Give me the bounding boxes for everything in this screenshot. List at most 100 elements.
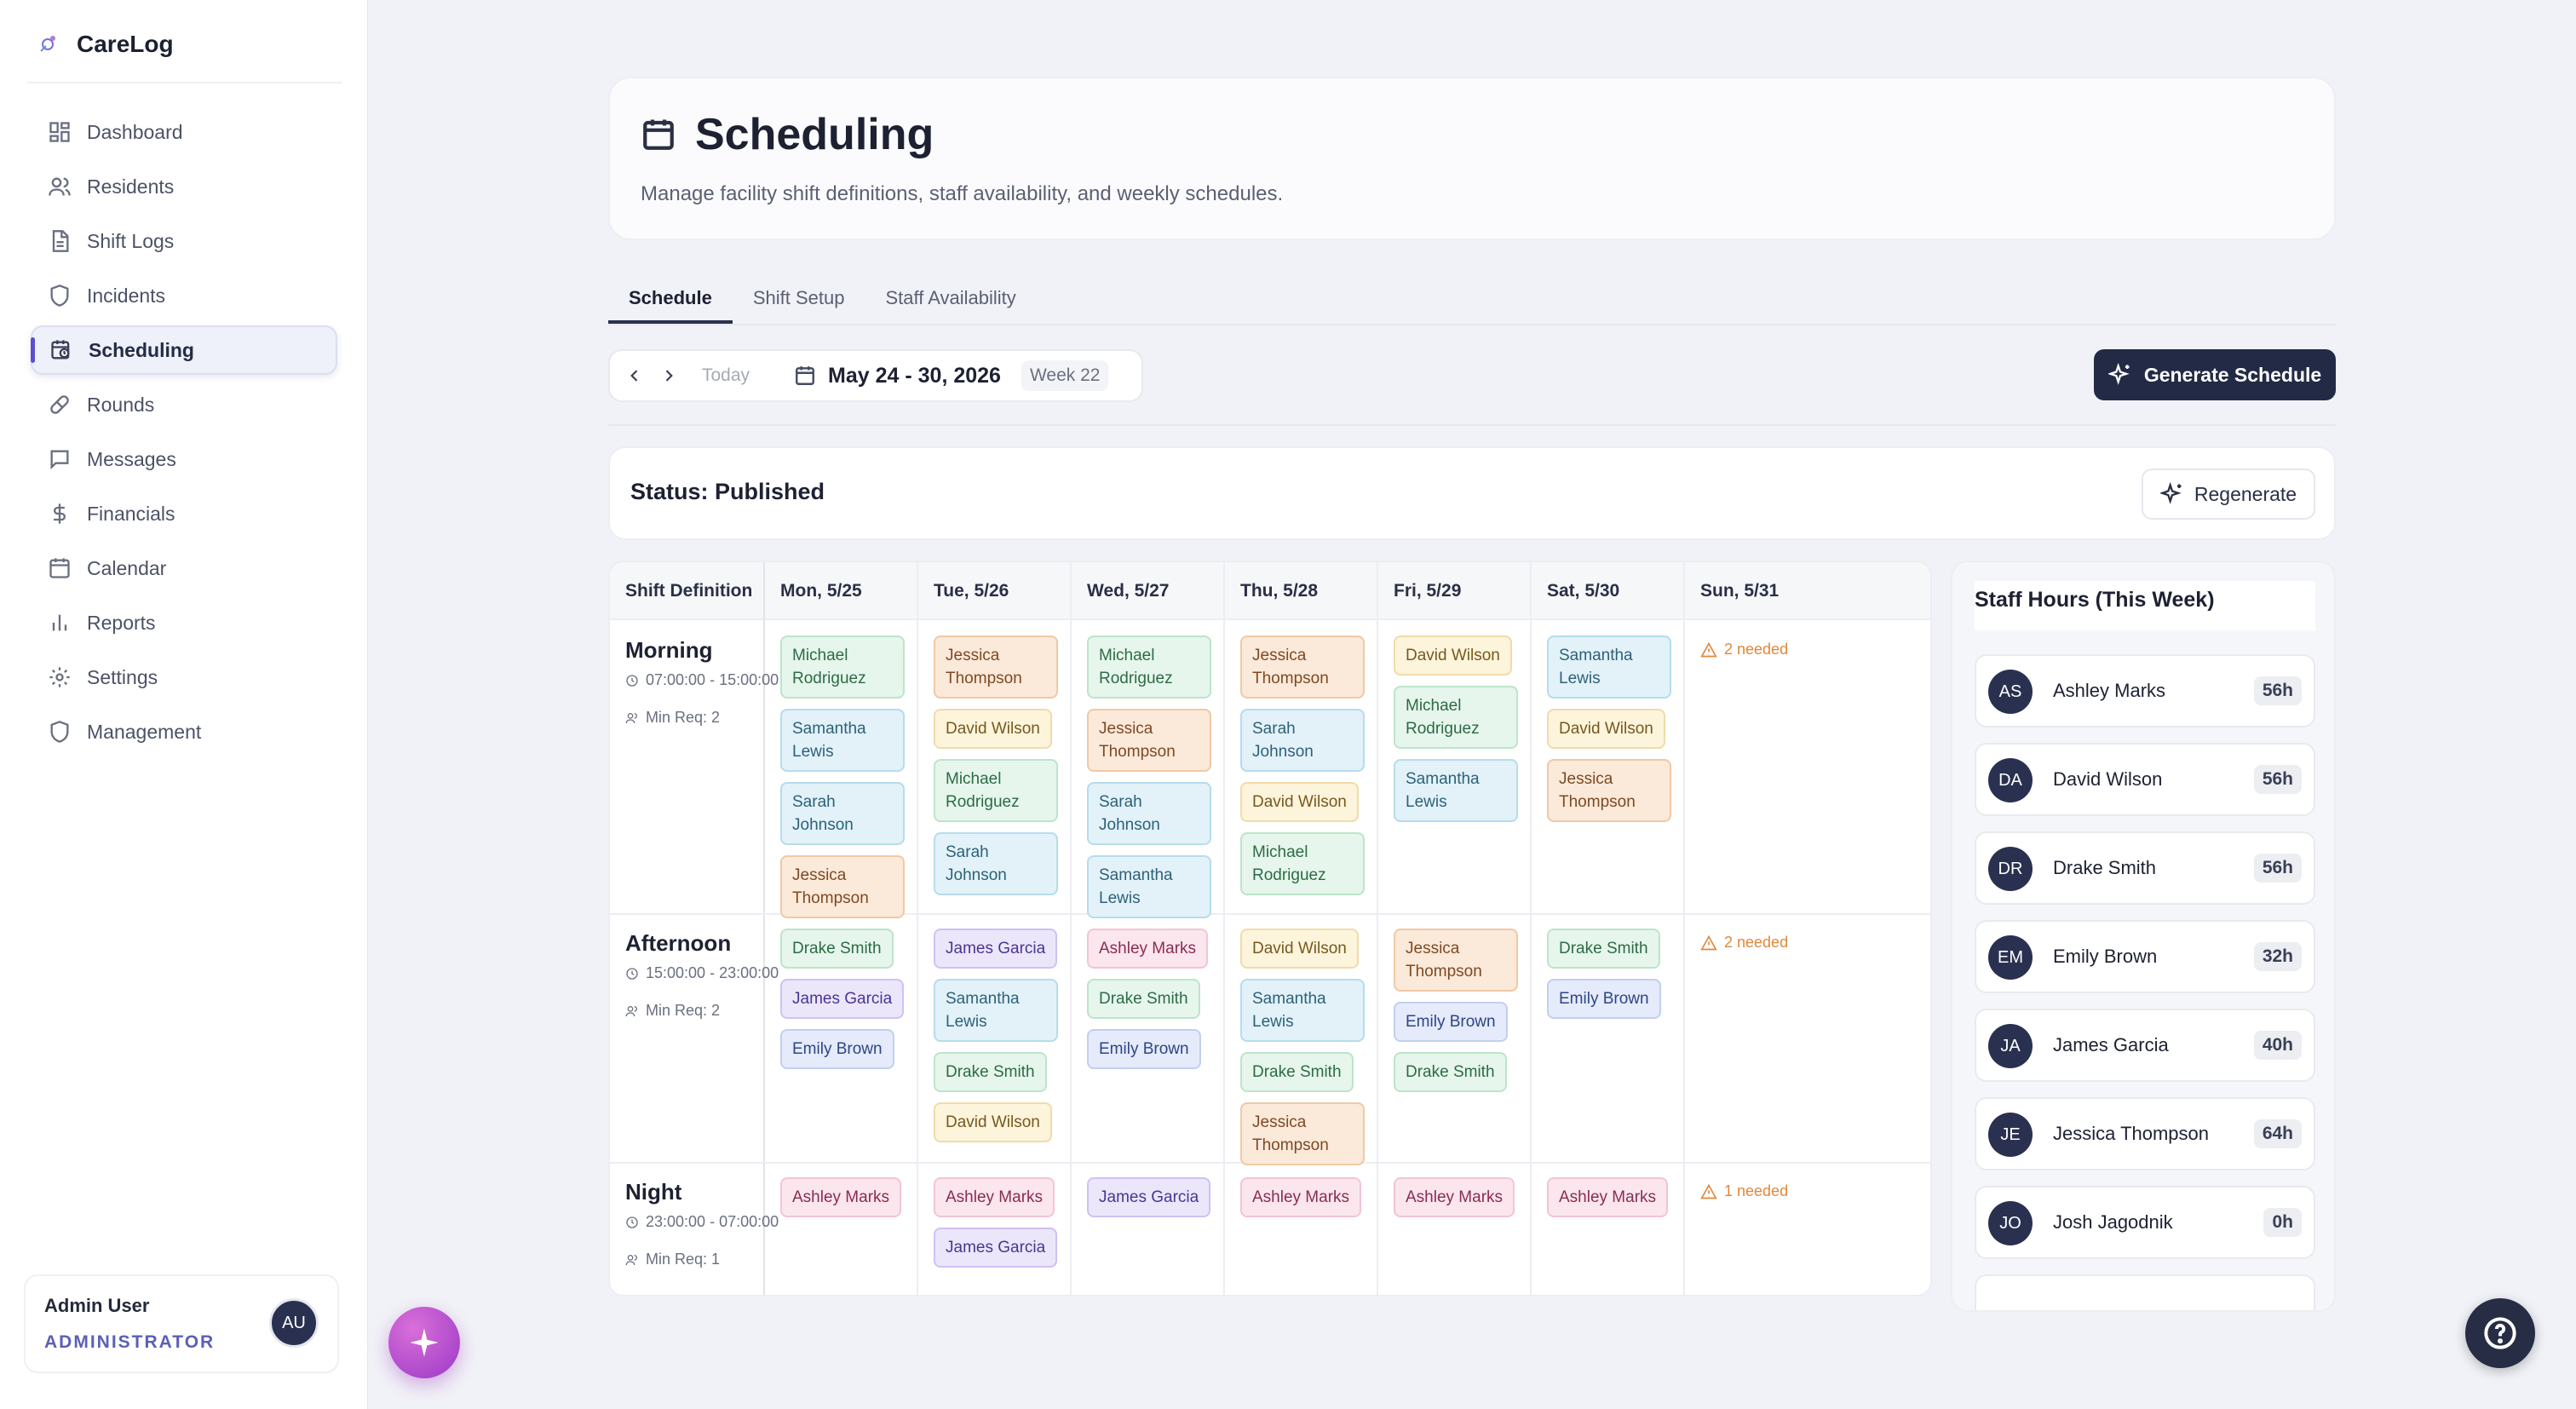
staff-hours-row[interactable] xyxy=(1975,1274,2315,1310)
staff-assignment-pill[interactable]: Sarah Johnson xyxy=(934,832,1058,895)
schedule-cell[interactable]: Michael Rodriguez Jessica Thompson Sarah J… xyxy=(1087,635,1215,918)
staff-assignment-pill[interactable]: Emily Brown xyxy=(1547,979,1661,1019)
staff-assignment-pill[interactable]: Ashley Marks xyxy=(1240,1177,1362,1217)
sidebar-item-financials[interactable]: Financials xyxy=(31,489,337,538)
staff-assignment-pill[interactable]: James Garcia xyxy=(934,929,1058,969)
staff-hours-row[interactable]: JO Josh Jagodnik 0h xyxy=(1975,1186,2315,1259)
staff-hours-row[interactable]: EM Emily Brown 32h xyxy=(1975,920,2315,993)
schedule-cell[interactable]: David Wilson Michael Rodriguez Samantha Le… xyxy=(1394,635,1521,822)
schedule-cell[interactable]: Michael Rodriguez Samantha Lewis Sarah Joh… xyxy=(780,635,908,918)
sidebar-item-settings[interactable]: Settings xyxy=(31,653,337,702)
staff-hours-row[interactable]: DA David Wilson 56h xyxy=(1975,743,2315,816)
staff-assignment-pill[interactable]: Samantha Lewis xyxy=(1394,759,1518,822)
staff-assignment-pill[interactable]: Ashley Marks xyxy=(780,1177,902,1217)
staff-assignment-pill[interactable]: Emily Brown xyxy=(780,1029,894,1069)
sidebar-item-management[interactable]: Management xyxy=(31,707,337,756)
staff-assignment-pill[interactable]: Drake Smith xyxy=(1394,1052,1507,1092)
schedule-cell[interactable]: Jessica Thompson David Wilson Michael Rodr… xyxy=(934,635,1061,895)
schedule-cell[interactable]: David Wilson Samantha Lewis Drake Smith Jes… xyxy=(1240,929,1368,1165)
staff-assignment-pill[interactable]: Jessica Thompson xyxy=(1394,929,1518,992)
staff-assignment-pill[interactable]: David Wilson xyxy=(1240,782,1359,822)
tab-shift-setup[interactable]: Shift Setup xyxy=(733,285,865,324)
staff-assignment-pill[interactable]: Ashley Marks xyxy=(934,1177,1055,1217)
tab-staff-availability[interactable]: Staff Availability xyxy=(865,285,1036,324)
schedule-cell[interactable]: Jessica Thompson Sarah Johnson David Wilso… xyxy=(1240,635,1368,895)
staff-assignment-pill[interactable]: Michael Rodriguez xyxy=(1394,686,1518,749)
help-button[interactable] xyxy=(2465,1298,2535,1368)
staff-assignment-pill[interactable]: James Garcia xyxy=(934,1228,1058,1268)
schedule-cell[interactable]: James Garcia Samantha Lewis Drake Smith Dav… xyxy=(934,929,1061,1142)
staff-assignment-pill[interactable]: David Wilson xyxy=(1547,709,1665,749)
staff-assignment-pill[interactable]: David Wilson xyxy=(1240,929,1359,969)
staff-assignment-pill[interactable]: Drake Smith xyxy=(1240,1052,1354,1092)
sidebar-item-calendar[interactable]: Calendar xyxy=(31,543,337,593)
staff-assignment-pill[interactable]: David Wilson xyxy=(934,1102,1052,1142)
sidebar-item-residents[interactable]: Residents xyxy=(31,162,337,211)
regenerate-button[interactable]: Regenerate xyxy=(2142,469,2315,520)
schedule-cell[interactable]: Drake Smith James Garcia Emily Brown xyxy=(780,929,908,1069)
staff-assignment-pill[interactable]: Ashley Marks xyxy=(1547,1177,1669,1217)
staff-assignment-pill[interactable]: Samantha Lewis xyxy=(1547,635,1671,699)
staff-assignment-pill[interactable]: Jessica Thompson xyxy=(1240,635,1365,699)
date-range-picker[interactable]: May 24 - 30, 2026 xyxy=(794,364,1001,388)
staff-hours-row[interactable]: JE Jessica Thompson 64h xyxy=(1975,1097,2315,1170)
staff-assignment-pill[interactable]: James Garcia xyxy=(780,979,905,1019)
staff-assignment-pill[interactable]: Michael Rodriguez xyxy=(934,759,1058,822)
user-card[interactable]: Admin User ADMINISTRATOR AU xyxy=(24,1274,339,1373)
staff-assignment-pill[interactable]: Drake Smith xyxy=(1547,929,1660,969)
staff-assignment-pill[interactable]: Michael Rodriguez xyxy=(1087,635,1211,699)
sidebar-item-messages[interactable]: Messages xyxy=(31,434,337,484)
staff-assignment-pill[interactable]: Samantha Lewis xyxy=(1087,855,1211,918)
staff-assignment-pill[interactable]: Jessica Thompson xyxy=(780,855,905,918)
schedule-cell[interactable]: Drake Smith Emily Brown xyxy=(1547,929,1675,1019)
sidebar-item-dashboard[interactable]: Dashboard xyxy=(31,107,337,157)
staff-assignment-pill[interactable]: Sarah Johnson xyxy=(780,782,905,845)
staff-assignment-pill[interactable]: Samantha Lewis xyxy=(780,709,905,772)
staff-assignment-pill[interactable]: Emily Brown xyxy=(1394,1002,1508,1042)
schedule-cell[interactable]: Ashley Marks James Garcia xyxy=(934,1177,1061,1268)
staff-hours-row[interactable]: DR Drake Smith 56h xyxy=(1975,831,2315,905)
staff-assignment-pill[interactable]: Sarah Johnson xyxy=(1240,709,1365,772)
staff-assignment-pill[interactable]: Samantha Lewis xyxy=(1240,979,1365,1042)
sidebar-item-shift-logs[interactable]: Shift Logs xyxy=(31,216,337,266)
schedule-cell[interactable]: Ashley Marks xyxy=(1240,1177,1368,1217)
staff-assignment-pill[interactable]: Drake Smith xyxy=(934,1052,1047,1092)
staff-assignment-pill[interactable]: Drake Smith xyxy=(1087,979,1200,1019)
staff-hours-row[interactable]: AS Ashley Marks 56h xyxy=(1975,654,2315,728)
schedule-cell[interactable]: Jessica Thompson Emily Brown Drake Smith xyxy=(1394,929,1521,1092)
avatar[interactable]: AU xyxy=(269,1298,319,1348)
staff-assignment-pill[interactable]: David Wilson xyxy=(934,709,1052,749)
schedule-cell[interactable]: Ashley Marks xyxy=(780,1177,908,1217)
staff-assignment-pill[interactable]: James Garcia xyxy=(1087,1177,1211,1217)
schedule-cell[interactable]: Samantha Lewis David Wilson Jessica Thomps… xyxy=(1547,635,1675,822)
tab-schedule[interactable]: Schedule xyxy=(608,285,733,324)
staff-assignment-pill[interactable]: Jessica Thompson xyxy=(934,635,1058,699)
next-week-button[interactable] xyxy=(654,361,683,390)
schedule-cell[interactable]: Ashley Marks xyxy=(1547,1177,1675,1217)
staff-hours-row[interactable]: JA James Garcia 40h xyxy=(1975,1009,2315,1082)
staff-assignment-pill[interactable]: Jessica Thompson xyxy=(1547,759,1671,822)
today-button[interactable]: Today xyxy=(702,365,750,386)
sidebar-item-incidents[interactable]: Incidents xyxy=(31,271,337,320)
staff-assignment-pill[interactable]: Sarah Johnson xyxy=(1087,782,1211,845)
ai-assistant-button[interactable] xyxy=(388,1307,460,1378)
staff-assignment-pill[interactable]: Samantha Lewis xyxy=(934,979,1058,1042)
sidebar-item-reports[interactable]: Reports xyxy=(31,598,337,647)
generate-schedule-button[interactable]: Generate Schedule xyxy=(2094,349,2336,400)
schedule-cell[interactable]: Ashley Marks xyxy=(1394,1177,1521,1217)
prev-week-button[interactable] xyxy=(620,361,649,390)
brand[interactable]: CareLog xyxy=(34,31,174,58)
schedule-cell[interactable]: James Garcia xyxy=(1087,1177,1215,1217)
sidebar-item-scheduling[interactable]: Scheduling xyxy=(31,325,337,375)
staff-assignment-pill[interactable]: Ashley Marks xyxy=(1394,1177,1515,1217)
staff-assignment-pill[interactable]: David Wilson xyxy=(1394,635,1512,676)
staff-assignment-pill[interactable]: Michael Rodriguez xyxy=(780,635,905,699)
staff-assignment-pill[interactable]: Drake Smith xyxy=(780,929,894,969)
staff-assignment-pill[interactable]: Jessica Thompson xyxy=(1240,1102,1365,1165)
staff-assignment-pill[interactable]: Emily Brown xyxy=(1087,1029,1201,1069)
staff-assignment-pill[interactable]: Ashley Marks xyxy=(1087,929,1209,969)
sidebar-item-rounds[interactable]: Rounds xyxy=(31,380,337,429)
staff-assignment-pill[interactable]: Jessica Thompson xyxy=(1087,709,1211,772)
staff-assignment-pill[interactable]: Michael Rodriguez xyxy=(1240,832,1365,895)
schedule-cell[interactable]: Ashley Marks Drake Smith Emily Brown xyxy=(1087,929,1215,1069)
